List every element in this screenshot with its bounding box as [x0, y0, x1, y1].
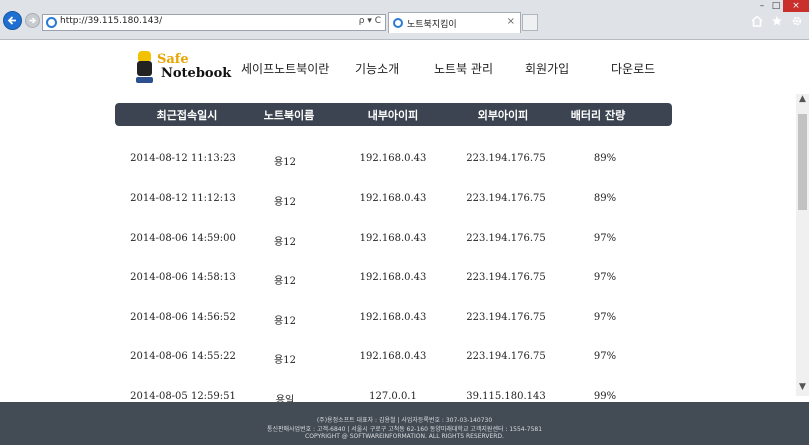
cell-internal-ip: 192.168.0.43	[359, 312, 427, 323]
arrow-right-icon	[29, 17, 37, 24]
table-row: 2014-08-06 14:59:00 용12 192.168.0.43 223…	[0, 233, 800, 253]
cell-battery: 89%	[593, 193, 617, 204]
cell-battery: 97%	[593, 233, 617, 244]
logo-text-safe: Safe	[157, 52, 189, 67]
star-icon[interactable]	[771, 15, 783, 27]
tab-close-button[interactable]: ×	[507, 16, 515, 27]
cell-battery: 97%	[593, 312, 617, 323]
browser-chrome: – □ × http://39.115.180.143/ ρ ▾ C 노트북지킴…	[0, 0, 809, 40]
cell-notebook-name: 용12	[274, 157, 296, 168]
gear-icon[interactable]	[791, 15, 803, 27]
col-header-notebook-name: 노트북이름	[263, 109, 315, 122]
scroll-down-arrow-icon[interactable]: ▼	[796, 382, 809, 396]
search-refresh-icon[interactable]: ρ ▾ C	[359, 16, 381, 26]
cell-access-time: 2014-08-06 14:56:52	[130, 312, 236, 323]
cell-internal-ip: 192.168.0.43	[359, 193, 427, 204]
cell-access-time: 2014-08-06 14:55:22	[130, 351, 236, 362]
browser-tools	[751, 15, 803, 27]
table-row: 2014-08-12 11:12:13 용12 192.168.0.43 223…	[0, 193, 800, 213]
cell-notebook-name: 용12	[274, 237, 296, 248]
address-url[interactable]: http://39.115.180.143/	[60, 16, 162, 26]
footer-address: 통신판매사업번호 : 고객-6840 | 서울시 구로구 고척동 62-160 …	[266, 426, 543, 433]
browser-tab[interactable]: 노트북지킴이 ×	[388, 12, 521, 33]
col-header-external-ip: 외부아이피	[477, 109, 529, 122]
vertical-scrollbar[interactable]: ▲ ▼	[796, 94, 809, 396]
cell-access-time: 2014-08-06 14:59:00	[130, 233, 236, 244]
cell-external-ip: 223.194.176.75	[466, 312, 546, 323]
cell-notebook-name: 용12	[274, 276, 296, 287]
cell-external-ip: 223.194.176.75	[466, 153, 546, 164]
table-header: 최근접속일시 노트북이름 내부아이피 외부아이피 배터리 잔량	[115, 103, 672, 126]
menu-about[interactable]: 세이프노트북이란	[241, 60, 329, 77]
tab-title: 노트북지킴이	[407, 20, 457, 30]
table-row: 2014-08-06 14:56:52 용12 192.168.0.43 223…	[0, 312, 800, 332]
menu-download[interactable]: 다운로드	[611, 60, 655, 77]
cell-external-ip: 223.194.176.75	[466, 233, 546, 244]
cell-external-ip: 39.115.180.143	[466, 391, 546, 402]
cell-battery: 99%	[593, 391, 617, 402]
cell-notebook-name: 용12	[274, 197, 296, 208]
table-row: 2014-08-06 14:58:13 용12 192.168.0.43 223…	[0, 272, 800, 292]
cell-external-ip: 223.194.176.75	[466, 272, 546, 283]
window-controls: – □ ×	[755, 0, 809, 12]
home-icon[interactable]	[751, 15, 763, 27]
table-row: 2014-08-06 14:55:22 용12 192.168.0.43 223…	[0, 351, 800, 371]
cell-external-ip: 223.194.176.75	[466, 193, 546, 204]
scroll-up-arrow-icon[interactable]: ▲	[796, 94, 809, 108]
menu-signup[interactable]: 회원가입	[525, 60, 569, 77]
cell-notebook-name: 용12	[274, 316, 296, 327]
back-button[interactable]	[3, 11, 22, 30]
cell-access-time: 2014-08-12 11:12:13	[130, 193, 236, 204]
cell-notebook-name: 용12	[274, 355, 296, 366]
col-header-last-access: 최근접속일시	[156, 109, 218, 122]
cell-access-time: 2014-08-05 12:59:51	[130, 391, 236, 402]
menu-notebook-manage[interactable]: 노트북 관리	[434, 60, 493, 77]
cell-internal-ip: 192.168.0.43	[359, 233, 427, 244]
footer-company-info: (주)용정소프트 대표자 : 김용철 | 사업자등록번호 : 307-03-14…	[316, 417, 493, 424]
site-logo[interactable]: Safe Notebook	[135, 50, 231, 85]
cell-internal-ip: 192.168.0.43	[359, 351, 427, 362]
table-row: 2014-08-12 11:13:23 용12 192.168.0.43 223…	[0, 153, 800, 173]
cell-battery: 97%	[593, 272, 617, 283]
site-footer: (주)용정소프트 대표자 : 김용철 | 사업자등록번호 : 307-03-14…	[0, 402, 809, 445]
arrow-left-icon	[7, 16, 16, 25]
minimize-button[interactable]: –	[755, 0, 769, 12]
tab-favicon-icon	[393, 18, 403, 28]
cell-access-time: 2014-08-06 14:58:13	[130, 272, 236, 283]
col-header-battery: 배터리 잔량	[570, 109, 626, 122]
ie-page-icon	[46, 17, 57, 28]
cell-battery: 97%	[593, 351, 617, 362]
forward-button[interactable]	[25, 13, 40, 28]
close-window-button[interactable]: ×	[783, 0, 809, 12]
cell-access-time: 2014-08-12 11:13:23	[130, 153, 236, 164]
cell-internal-ip: 192.168.0.43	[359, 272, 427, 283]
restore-button[interactable]: □	[769, 0, 783, 12]
address-bar[interactable]: http://39.115.180.143/ ρ ▾ C	[42, 14, 386, 31]
menu-features[interactable]: 기능소개	[355, 60, 399, 77]
col-header-internal-ip: 내부아이피	[367, 109, 419, 122]
logo-mascot-icon	[135, 51, 153, 84]
footer-copyright: COPYRIGHT @ SOFTWAREINFORMATION. ALL RIG…	[305, 433, 504, 440]
cell-battery: 89%	[593, 153, 617, 164]
cell-external-ip: 223.194.176.75	[466, 351, 546, 362]
cell-internal-ip: 127.0.0.1	[369, 391, 417, 402]
new-tab-button[interactable]	[522, 14, 538, 31]
logo-text-notebook: Notebook	[161, 66, 232, 81]
cell-internal-ip: 192.168.0.43	[359, 153, 427, 164]
scrollbar-thumb[interactable]	[798, 114, 807, 210]
